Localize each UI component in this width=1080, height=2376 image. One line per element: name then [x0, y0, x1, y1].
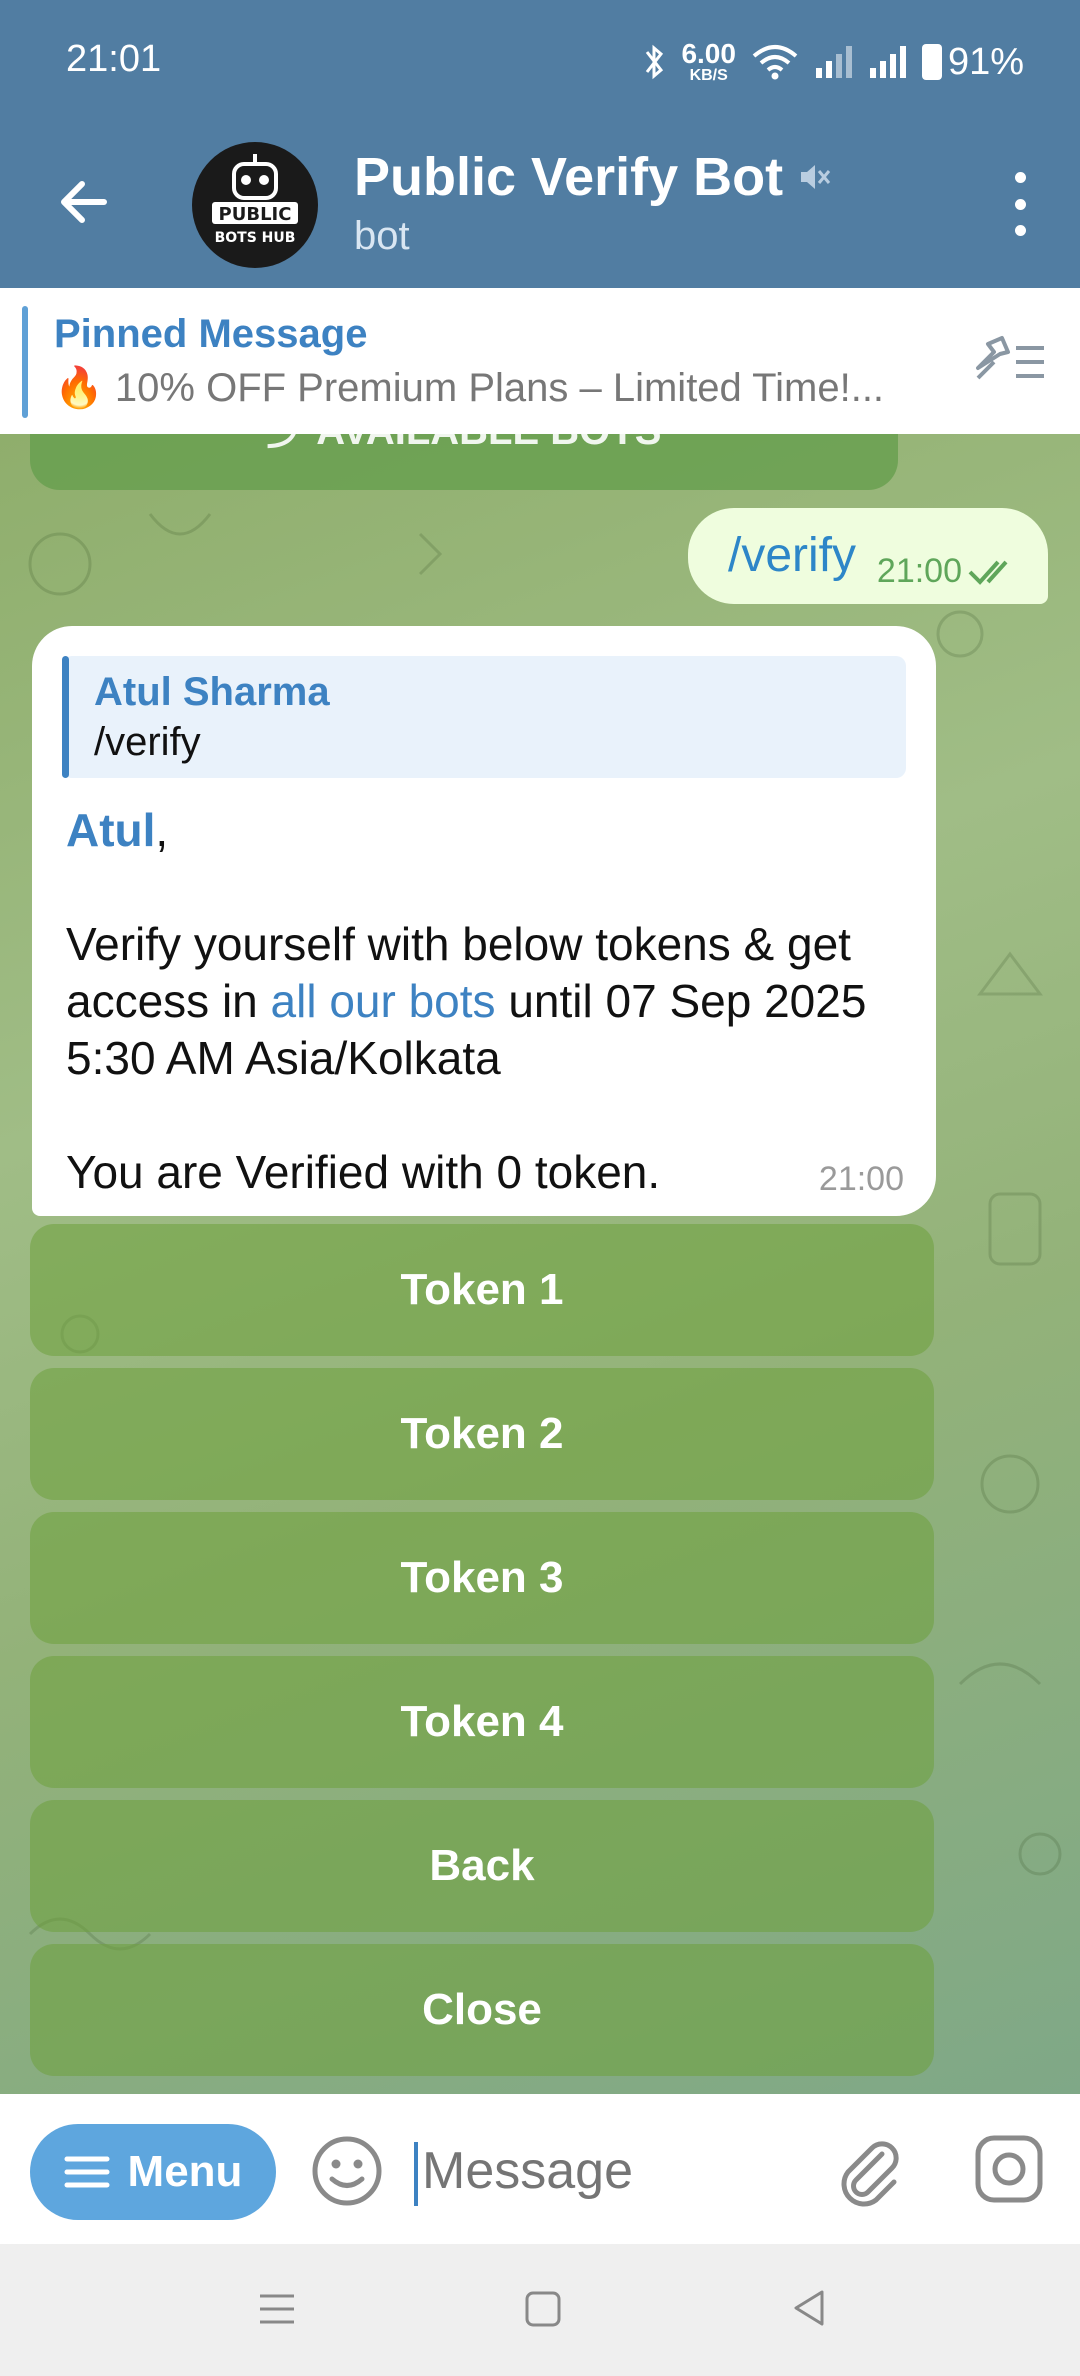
quote-text: /verify: [94, 720, 201, 764]
wifi-icon: [752, 45, 798, 80]
reply-quote[interactable]: Atul Sharma /verify: [62, 656, 906, 778]
pin-list-icon[interactable]: [972, 332, 1048, 388]
battery: 91%: [921, 40, 1024, 84]
home-icon[interactable]: [524, 2290, 562, 2328]
robot-logo-icon: PUBLIC BOTS HUB: [212, 154, 298, 246]
system-navigation-bar: [0, 2244, 1080, 2376]
outgoing-message-text: /verify: [728, 529, 857, 582]
quote-author: Atul Sharma: [94, 670, 330, 714]
signal-icon: [815, 46, 852, 78]
pinned-title: Pinned Message: [54, 312, 368, 356]
recent-apps-icon[interactable]: [258, 2290, 296, 2328]
message-body: Atul, Verify yourself with below tokens …: [66, 802, 926, 1201]
network-speed: 6.00 KB/S: [681, 40, 736, 84]
status-time: 21:01: [66, 38, 162, 80]
previous-keyboard-button-label: ⤴ AVAILABLE BOTS: [30, 434, 898, 456]
back-arrow-icon[interactable]: [52, 170, 116, 234]
double-check-icon: [968, 560, 1008, 585]
bots-link[interactable]: all our bots: [271, 975, 496, 1027]
more-options-icon[interactable]: [1014, 172, 1026, 236]
incoming-message[interactable]: Atul Sharma /verify Atul, Verify yoursel…: [32, 626, 936, 1216]
text-cursor: [414, 2142, 418, 2206]
menu-label: Menu: [127, 2147, 243, 2196]
chat-area[interactable]: ⤴ AVAILABLE BOTS /verify 21:00 Atul Shar…: [0, 434, 1080, 2094]
outgoing-message[interactable]: /verify 21:00: [688, 508, 1048, 604]
bot-avatar[interactable]: PUBLIC BOTS HUB: [192, 142, 318, 268]
message-input[interactable]: [420, 2140, 784, 2202]
pinned-message-bar[interactable]: Pinned Message 🔥 10% OFF Premium Plans –…: [0, 288, 1080, 435]
svg-text:PUBLIC: PUBLIC: [219, 204, 292, 225]
attach-icon[interactable]: [830, 2132, 906, 2208]
previous-keyboard-button[interactable]: ⤴ AVAILABLE BOTS: [30, 434, 898, 490]
svg-text:BOTS HUB: BOTS HUB: [215, 230, 296, 246]
user-mention[interactable]: Atul: [66, 804, 155, 856]
muted-icon: [801, 165, 831, 189]
speed-value: 6.00: [681, 38, 736, 69]
token-2-button[interactable]: Token 2: [30, 1368, 934, 1500]
token-4-button[interactable]: Token 4: [30, 1656, 934, 1788]
speed-unit: KB/S: [689, 67, 728, 84]
system-back-icon[interactable]: [790, 2288, 830, 2328]
status-icons: 6.00 KB/S 91%: [643, 38, 1024, 86]
battery-level: 91%: [947, 40, 1024, 83]
close-button[interactable]: Close: [30, 1944, 934, 2076]
pinned-indicator: [22, 306, 28, 418]
pinned-text: 🔥 10% OFF Premium Plans – Limited Time!.…: [54, 366, 885, 410]
token-1-button[interactable]: Token 1: [30, 1224, 934, 1356]
quote-indicator: [62, 656, 69, 778]
emoji-icon[interactable]: [310, 2134, 384, 2208]
camera-icon[interactable]: [972, 2132, 1046, 2206]
outgoing-message-time: 21:00: [876, 552, 962, 590]
bot-menu-button[interactable]: Menu: [30, 2124, 276, 2220]
chat-subtitle: bot: [354, 214, 410, 258]
signal-icon-2: [869, 46, 906, 78]
hamburger-icon: [64, 2156, 110, 2188]
battery-icon: [921, 44, 942, 80]
token-3-button[interactable]: Token 3: [30, 1512, 934, 1644]
bluetooth-icon: [646, 44, 664, 80]
back-button[interactable]: Back: [30, 1800, 934, 1932]
app-header: 21:01 6.00 KB/S 91% PUBLIC BOTS HUB Publ…: [0, 0, 1080, 288]
message-composer: Menu: [0, 2094, 1080, 2244]
chat-title[interactable]: Public Verify Bot: [354, 146, 831, 208]
incoming-message-time: 21:00: [818, 1160, 904, 1198]
verification-status: You are Verified with 0 token.: [66, 1146, 661, 1198]
bot-name: Public Verify Bot: [354, 147, 784, 207]
